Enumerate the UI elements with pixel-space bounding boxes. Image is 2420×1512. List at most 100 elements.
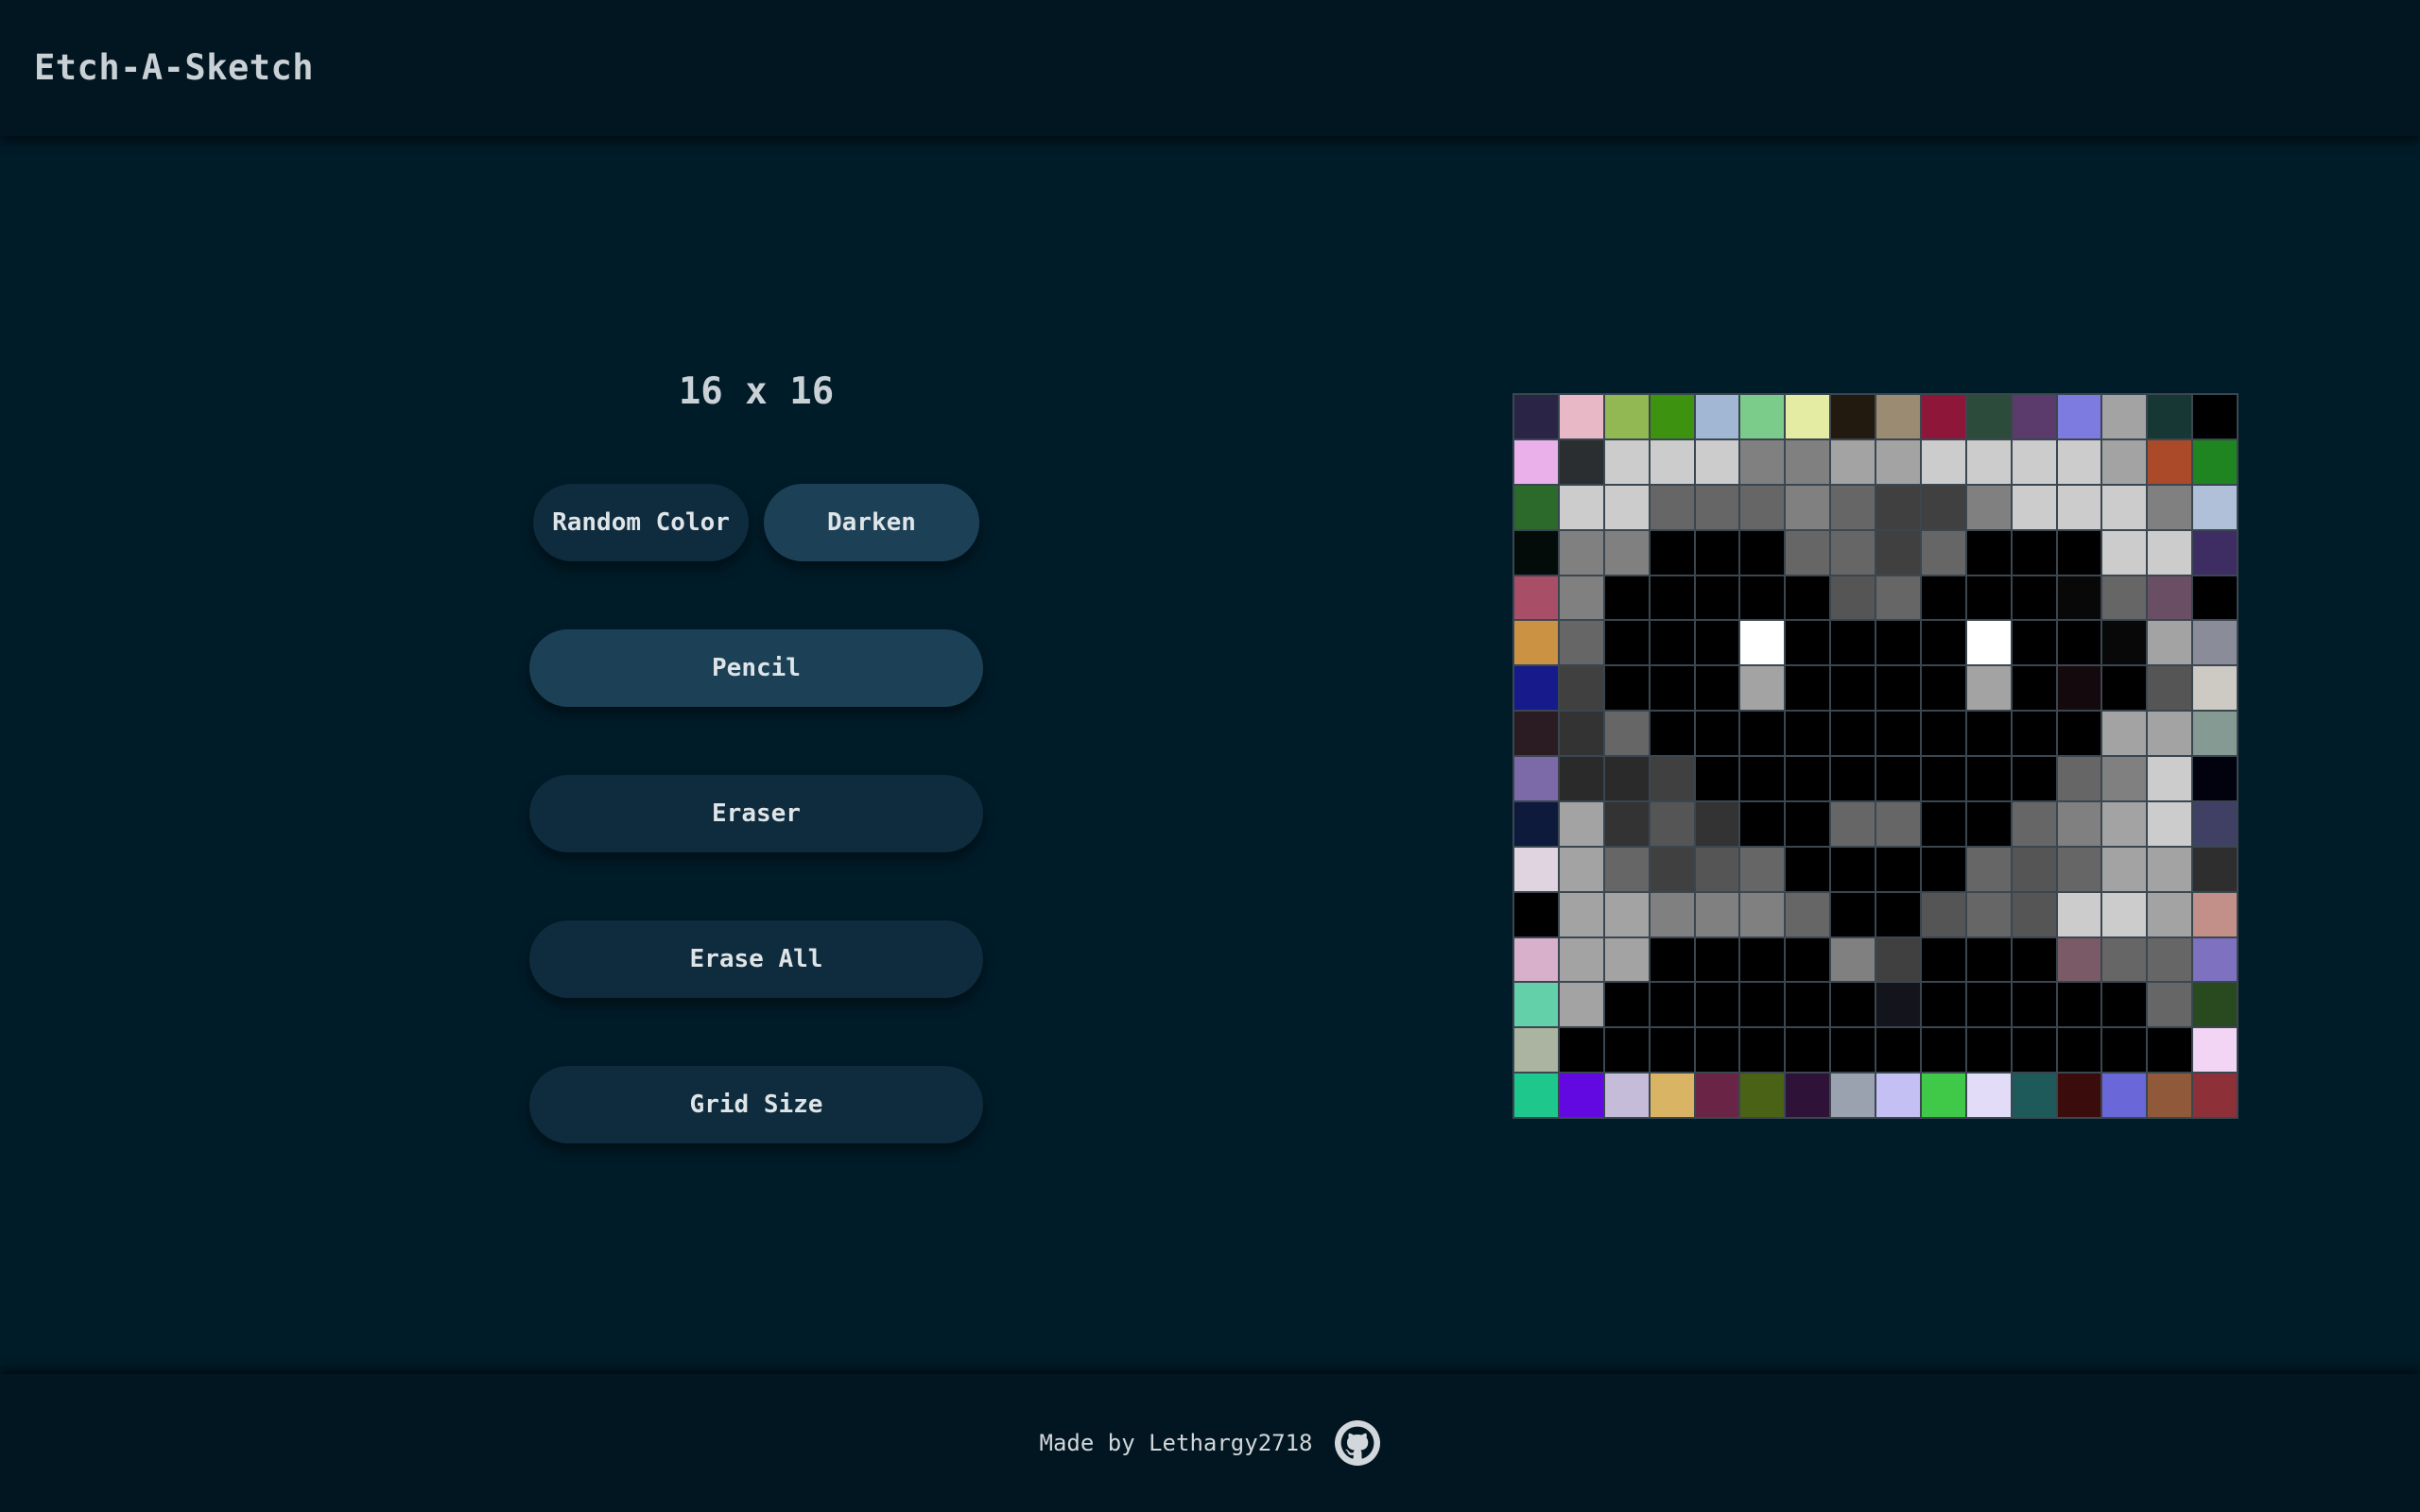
- grid-cell[interactable]: [1876, 1027, 1921, 1074]
- grid-cell[interactable]: [1785, 484, 1831, 530]
- grid-cell[interactable]: [1649, 800, 1695, 847]
- darken-button[interactable]: Darken: [764, 484, 979, 561]
- grid-cell[interactable]: [2101, 800, 2148, 847]
- grid-cell[interactable]: [2056, 756, 2102, 801]
- grid-cell[interactable]: [2147, 575, 2193, 621]
- grid-cell[interactable]: [1649, 936, 1695, 983]
- grid-cell[interactable]: [2056, 438, 2102, 485]
- grid-cell[interactable]: [1876, 711, 1921, 756]
- grid-cell[interactable]: [2101, 982, 2148, 1028]
- grid-cell[interactable]: [1603, 711, 1650, 756]
- grid-cell[interactable]: [1649, 1027, 1695, 1074]
- grid-cell[interactable]: [1649, 620, 1695, 666]
- grid-cell[interactable]: [1920, 665, 1966, 712]
- grid-cell[interactable]: [1876, 529, 1921, 576]
- grid-cell[interactable]: [1965, 711, 2012, 756]
- grid-cell[interactable]: [2011, 1073, 2057, 1118]
- grid-cell[interactable]: [1965, 756, 2012, 801]
- grid-cell[interactable]: [2147, 529, 2193, 576]
- grid-cell[interactable]: [1558, 982, 1604, 1028]
- grid-cell[interactable]: [1920, 846, 1966, 892]
- grid-cell[interactable]: [1876, 484, 1921, 530]
- grid-cell[interactable]: [1785, 891, 1831, 937]
- grid-cell[interactable]: [2056, 620, 2102, 666]
- grid-cell[interactable]: [1785, 846, 1831, 892]
- grid-cell[interactable]: [1830, 665, 1876, 712]
- grid-cell[interactable]: [1603, 620, 1650, 666]
- grid-cell[interactable]: [1649, 891, 1695, 937]
- grid-cell[interactable]: [2011, 394, 2057, 439]
- github-icon[interactable]: [1335, 1420, 1381, 1466]
- grid-cell[interactable]: [1876, 620, 1921, 666]
- grid-cell[interactable]: [1739, 394, 1786, 439]
- grid-cell[interactable]: [2056, 1073, 2102, 1118]
- grid-cell[interactable]: [1739, 756, 1786, 801]
- grid-cell[interactable]: [1920, 756, 1966, 801]
- grid-cell[interactable]: [1785, 620, 1831, 666]
- grid-cell[interactable]: [2056, 846, 2102, 892]
- grid-cell[interactable]: [1558, 620, 1604, 666]
- grid-cell[interactable]: [1603, 438, 1650, 485]
- grid-cell[interactable]: [1694, 620, 1740, 666]
- grid-cell[interactable]: [1920, 438, 1966, 485]
- grid-cell[interactable]: [1513, 484, 1559, 530]
- grid-cell[interactable]: [1603, 394, 1650, 439]
- grid-cell[interactable]: [1603, 529, 1650, 576]
- grid-cell[interactable]: [2147, 891, 2193, 937]
- grid-cell[interactable]: [1694, 982, 1740, 1028]
- grid-cell[interactable]: [1649, 575, 1695, 621]
- grid-cell[interactable]: [1558, 575, 1604, 621]
- grid-cell[interactable]: [2192, 800, 2238, 847]
- grid-cell[interactable]: [1513, 846, 1559, 892]
- grid-cell[interactable]: [1965, 846, 2012, 892]
- grid-cell[interactable]: [1785, 1027, 1831, 1074]
- grid-cell[interactable]: [1694, 891, 1740, 937]
- grid-cell[interactable]: [1558, 800, 1604, 847]
- sketch-grid[interactable]: [1512, 393, 2238, 1119]
- grid-cell[interactable]: [1920, 891, 1966, 937]
- grid-cell[interactable]: [1649, 438, 1695, 485]
- grid-cell[interactable]: [1876, 982, 1921, 1028]
- grid-cell[interactable]: [2011, 484, 2057, 530]
- grid-cell[interactable]: [2147, 936, 2193, 983]
- grid-cell[interactable]: [1558, 394, 1604, 439]
- grid-cell[interactable]: [2192, 756, 2238, 801]
- pencil-button[interactable]: Pencil: [529, 629, 983, 707]
- grid-cell[interactable]: [1513, 1027, 1559, 1074]
- grid-cell[interactable]: [1694, 936, 1740, 983]
- grid-cell[interactable]: [1558, 756, 1604, 801]
- grid-cell[interactable]: [1558, 711, 1604, 756]
- eraser-button[interactable]: Eraser: [529, 775, 983, 852]
- grid-cell[interactable]: [1920, 800, 1966, 847]
- grid-cell[interactable]: [2101, 711, 2148, 756]
- grid-cell[interactable]: [1649, 394, 1695, 439]
- grid-cell[interactable]: [1513, 711, 1559, 756]
- grid-cell[interactable]: [2147, 665, 2193, 712]
- grid-cell[interactable]: [1830, 484, 1876, 530]
- grid-cell[interactable]: [1785, 711, 1831, 756]
- grid-cell[interactable]: [1558, 665, 1604, 712]
- grid-cell[interactable]: [1830, 1027, 1876, 1074]
- grid-cell[interactable]: [2147, 1027, 2193, 1074]
- grid-cell[interactable]: [1649, 1073, 1695, 1118]
- grid-cell[interactable]: [1965, 891, 2012, 937]
- grid-cell[interactable]: [1739, 982, 1786, 1028]
- grid-cell[interactable]: [1965, 936, 2012, 983]
- grid-cell[interactable]: [1830, 891, 1876, 937]
- grid-cell[interactable]: [1876, 394, 1921, 439]
- grid-cell[interactable]: [1830, 800, 1876, 847]
- grid-cell[interactable]: [1965, 438, 2012, 485]
- grid-cell[interactable]: [1876, 756, 1921, 801]
- grid-cell[interactable]: [1876, 665, 1921, 712]
- grid-cell[interactable]: [1739, 484, 1786, 530]
- grid-cell[interactable]: [1513, 800, 1559, 847]
- grid-cell[interactable]: [1965, 1073, 2012, 1118]
- grid-cell[interactable]: [1603, 936, 1650, 983]
- grid-cell[interactable]: [1558, 1073, 1604, 1118]
- grid-cell[interactable]: [1876, 846, 1921, 892]
- grid-cell[interactable]: [1513, 891, 1559, 937]
- grid-cell[interactable]: [2192, 575, 2238, 621]
- grid-cell[interactable]: [1558, 529, 1604, 576]
- grid-cell[interactable]: [1603, 575, 1650, 621]
- grid-cell[interactable]: [2192, 620, 2238, 666]
